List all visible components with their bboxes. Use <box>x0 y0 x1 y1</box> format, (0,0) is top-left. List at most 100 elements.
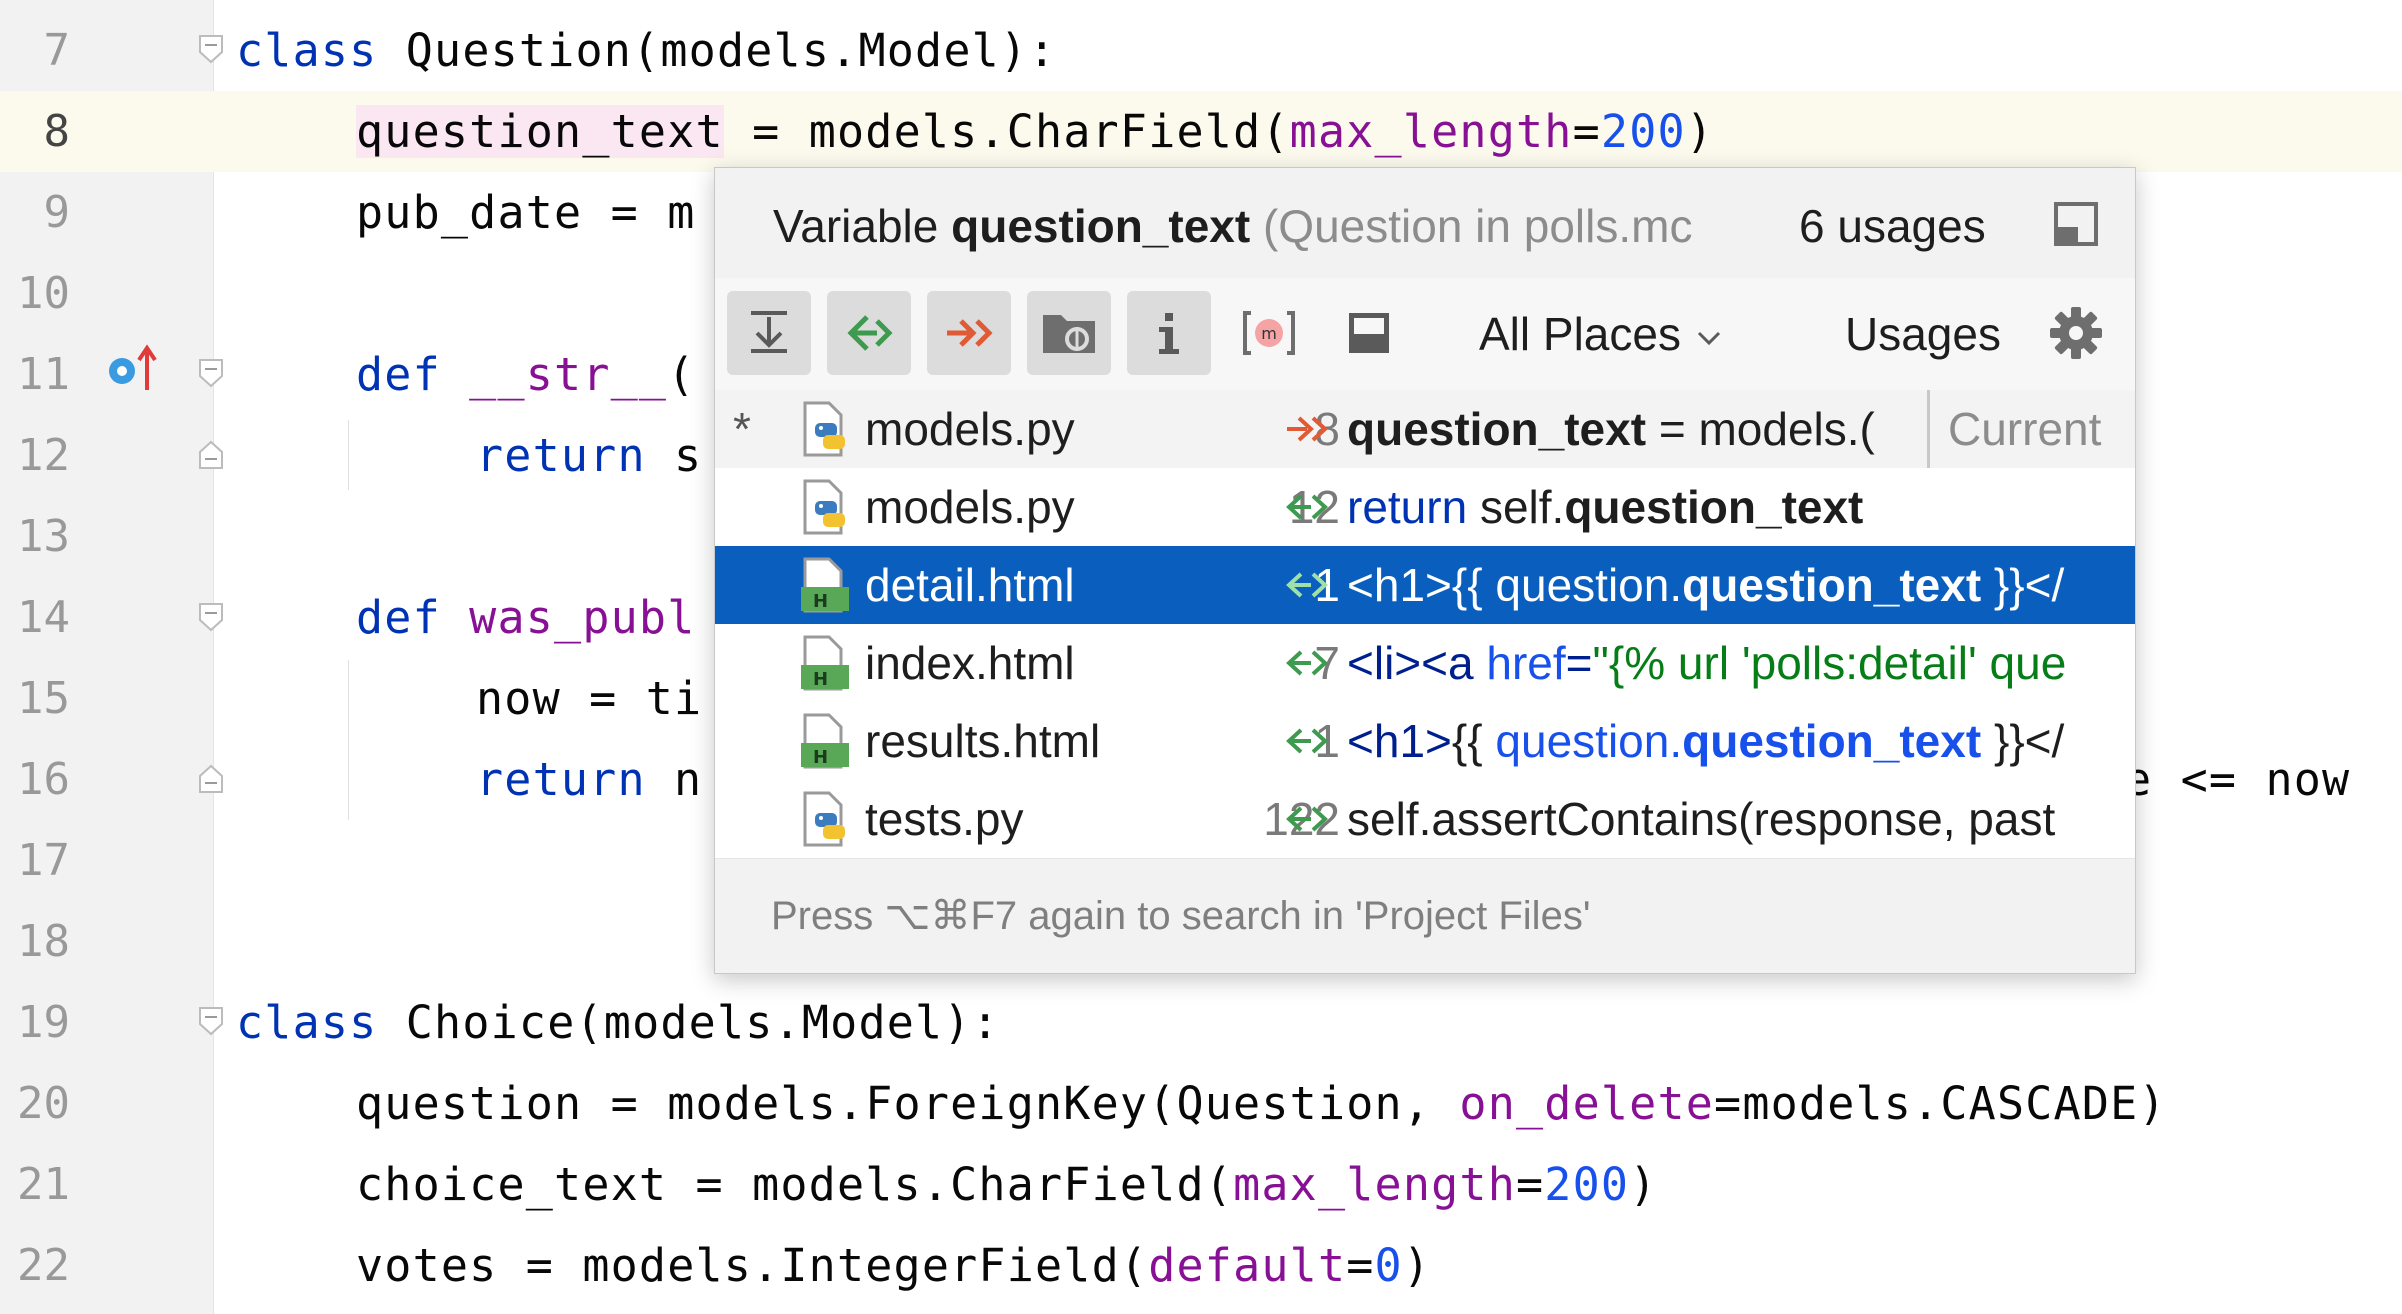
file-name: models.py <box>865 481 1075 533</box>
preview-panel-icon[interactable] <box>2053 201 2099 247</box>
symbol-name: question_text <box>951 200 1251 252</box>
popup-title: Variable question_text (Question in poll… <box>773 200 1693 252</box>
svg-text:H: H <box>813 591 828 612</box>
code-text: return n <box>476 753 703 806</box>
svg-text:H: H <box>813 669 828 690</box>
line-number: 12 <box>17 430 70 481</box>
read-access-icon <box>1286 494 1328 520</box>
usage-snippet: return self.question_text <box>1347 481 1864 533</box>
line-number: 11 <box>17 349 70 400</box>
write-access-icon <box>1287 416 1328 442</box>
usage-snippet: self.assertContains(response, past <box>1347 793 2056 845</box>
preview-button[interactable] <box>1327 291 1411 375</box>
write-access-icon <box>947 319 993 347</box>
html-file-icon: H <box>801 557 849 613</box>
scope-dropdown[interactable]: All Places <box>1479 303 1723 365</box>
usage-count: 6 usages <box>1795 168 1990 284</box>
info-button[interactable] <box>1127 291 1211 375</box>
fold-marker-icon[interactable] <box>197 34 225 64</box>
override-method-icon[interactable] <box>103 344 161 394</box>
write-access-button[interactable] <box>927 291 1011 375</box>
footer-hint: Press ⌥⌘F7 again to search in 'Project F… <box>771 894 1591 938</box>
highlighted-identifier: question_text <box>356 105 724 158</box>
usage-row[interactable]: H index.html 7 <li><a href="{% url 'poll… <box>715 624 2135 702</box>
line-number: 15 <box>17 673 70 724</box>
find-usages-popup[interactable]: Variable question_text (Question in poll… <box>714 167 2136 974</box>
indent-guide <box>348 420 349 490</box>
read-access-icon <box>1286 572 1328 598</box>
symbol-context: (Question in polls.mc <box>1250 200 1693 252</box>
line-number: 16 <box>17 754 70 805</box>
current-tag: Current <box>1927 390 2135 468</box>
read-access-icon <box>1286 806 1328 832</box>
read-access-icon <box>847 315 893 351</box>
code-line[interactable]: 20 question = models.ForeignKey(Question… <box>0 1063 2402 1144</box>
scope-value: All Places <box>1479 308 1681 360</box>
usage-row[interactable]: H results.html 1 <h1>{{ question.questio… <box>715 702 2135 780</box>
usage-row[interactable]: * models.py 8 question_text = models.( C… <box>715 390 2135 468</box>
python-file-icon <box>803 791 845 847</box>
usage-snippet: <li><a href="{% url 'polls:detail' que <box>1347 637 2067 689</box>
line-number: 20 <box>17 1078 70 1129</box>
line-number: 18 <box>17 916 70 967</box>
usage-list: * models.py 8 question_text = models.( C… <box>715 390 2135 858</box>
popup-footer: Press ⌥⌘F7 again to search in 'Project F… <box>715 858 2135 973</box>
code-text: def was_publ <box>356 591 696 644</box>
code-text: class Choice(models.Model): <box>236 996 1000 1049</box>
code-text-tail: e <= now <box>2124 753 2351 806</box>
file-name: models.py <box>865 403 1075 455</box>
usage-row-selected[interactable]: H detail.html 1 <h1>{{ question.question… <box>715 546 2135 624</box>
chevron-down-icon <box>1697 331 1721 345</box>
file-name: index.html <box>865 637 1075 689</box>
line-number: 13 <box>17 511 70 562</box>
line-number: 21 <box>17 1159 70 1210</box>
read-access-icon <box>1286 728 1328 754</box>
line-number: 22 <box>17 1240 70 1291</box>
fold-end-icon[interactable] <box>197 764 225 794</box>
code-text: votes = models.IntegerField(default=0) <box>356 1239 1432 1292</box>
merge-usages-button[interactable] <box>727 291 811 375</box>
python-file-icon <box>803 479 845 535</box>
code-text: return s <box>476 429 703 482</box>
code-line[interactable]: 22 votes = models.IntegerField(default=0… <box>0 1225 2402 1306</box>
fold-end-icon[interactable] <box>197 440 225 470</box>
code-text: question_text = models.CharField(max_len… <box>356 105 1715 158</box>
title-fade <box>1725 168 1805 278</box>
fold-marker-icon[interactable] <box>197 602 225 632</box>
python-file-icon <box>803 401 845 457</box>
line-number: 14 <box>17 592 70 643</box>
gear-icon[interactable] <box>2049 306 2103 360</box>
line-number: 19 <box>17 997 70 1048</box>
code-line-current[interactable]: 8 question_text = models.CharField(max_l… <box>0 91 2402 172</box>
usage-snippet: <h1>{{ question.question_text }}</ <box>1347 715 2065 767</box>
code-line[interactable]: 19 class Choice(models.Model): <box>0 982 2402 1063</box>
code-line[interactable]: 21 choice_text = models.CharField(max_le… <box>0 1144 2402 1225</box>
line-number: 10 <box>17 268 70 319</box>
read-access-button[interactable] <box>827 291 911 375</box>
indent-guide <box>348 660 349 820</box>
read-access-icon <box>1286 650 1328 676</box>
usage-row[interactable]: tests.py 122 self.assertContains(respons… <box>715 780 2135 858</box>
current-marker: * <box>733 403 751 455</box>
svg-text:H: H <box>813 747 828 768</box>
code-text: pub_date = m <box>356 186 696 239</box>
group-by-module-button[interactable]: m <box>1227 291 1311 375</box>
code-line[interactable]: 7 class Question(models.Model): <box>0 10 2402 91</box>
code-text: now = ti <box>476 672 703 725</box>
code-text: choice_text = models.CharField(max_lengt… <box>356 1158 1658 1211</box>
code-text: def __str__( <box>356 348 696 401</box>
html-file-icon: H <box>801 713 849 769</box>
line-number: 7 <box>43 25 71 76</box>
line-number: 9 <box>43 187 71 238</box>
fold-marker-icon[interactable] <box>197 1006 225 1036</box>
code-text: question = models.ForeignKey(Question, o… <box>356 1077 2167 1130</box>
popup-header: Variable question_text (Question in poll… <box>715 168 2135 284</box>
usage-type-filter[interactable]: Usages <box>1845 303 2001 365</box>
svg-text:m: m <box>1261 324 1277 343</box>
group-by-directory-button[interactable] <box>1027 291 1111 375</box>
file-name: detail.html <box>865 559 1075 611</box>
line-number: 17 <box>17 835 70 886</box>
usage-row[interactable]: models.py 12 return self.question_text <box>715 468 2135 546</box>
info-icon <box>1159 313 1179 354</box>
fold-marker-icon[interactable] <box>197 358 225 388</box>
